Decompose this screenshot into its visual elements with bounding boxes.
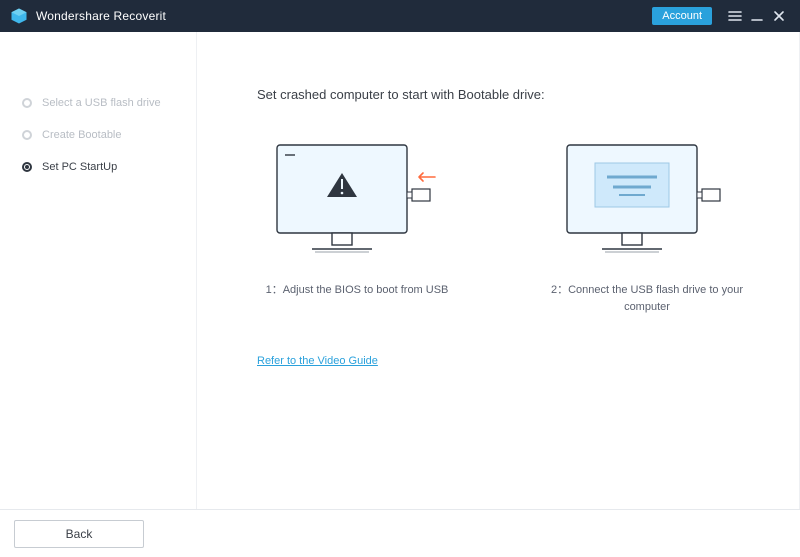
monitor-connect-icon: [557, 137, 737, 267]
sidebar-step-select-usb[interactable]: Select a USB flash drive: [0, 87, 196, 119]
video-guide-link[interactable]: Refer to the Video Guide: [257, 355, 378, 367]
sidebar-step-create-bootable[interactable]: Create Bootable: [0, 119, 196, 151]
step-indicator-icon: [22, 98, 32, 108]
sidebar-step-set-pc-startup[interactable]: Set PC StartUp: [0, 151, 196, 183]
illustration-bios: 1：Adjust the BIOS to boot from USB: [257, 137, 457, 315]
app-logo-icon: [10, 7, 28, 25]
illustration-connect-usb: 2：Connect the USB flash drive to your co…: [547, 137, 747, 315]
step-label: Set PC StartUp: [42, 161, 117, 173]
step-label: Select a USB flash drive: [42, 97, 161, 109]
app-title: Wondershare Recoverit: [36, 9, 166, 23]
illustration-caption: 2：Connect the USB flash drive to your co…: [547, 282, 747, 315]
step-indicator-icon: [22, 162, 32, 172]
step-indicator-icon: [22, 130, 32, 140]
main-panel: Set crashed computer to start with Boota…: [196, 32, 800, 509]
page-heading: Set crashed computer to start with Boota…: [257, 87, 759, 102]
step-label: Create Bootable: [42, 129, 122, 141]
illustration-row: 1：Adjust the BIOS to boot from USB: [257, 137, 759, 315]
menu-icon[interactable]: [724, 5, 746, 27]
back-button[interactable]: Back: [14, 520, 144, 548]
titlebar: Wondershare Recoverit Account: [0, 0, 800, 32]
content-area: Select a USB flash drive Create Bootable…: [0, 32, 800, 509]
sidebar: Select a USB flash drive Create Bootable…: [0, 32, 196, 509]
minimize-button[interactable]: [746, 5, 768, 27]
illustration-caption: 1：Adjust the BIOS to boot from USB: [257, 282, 457, 299]
close-button[interactable]: [768, 5, 790, 27]
monitor-warning-icon: [267, 137, 447, 267]
account-button[interactable]: Account: [652, 7, 712, 25]
footer: Back: [0, 509, 800, 557]
